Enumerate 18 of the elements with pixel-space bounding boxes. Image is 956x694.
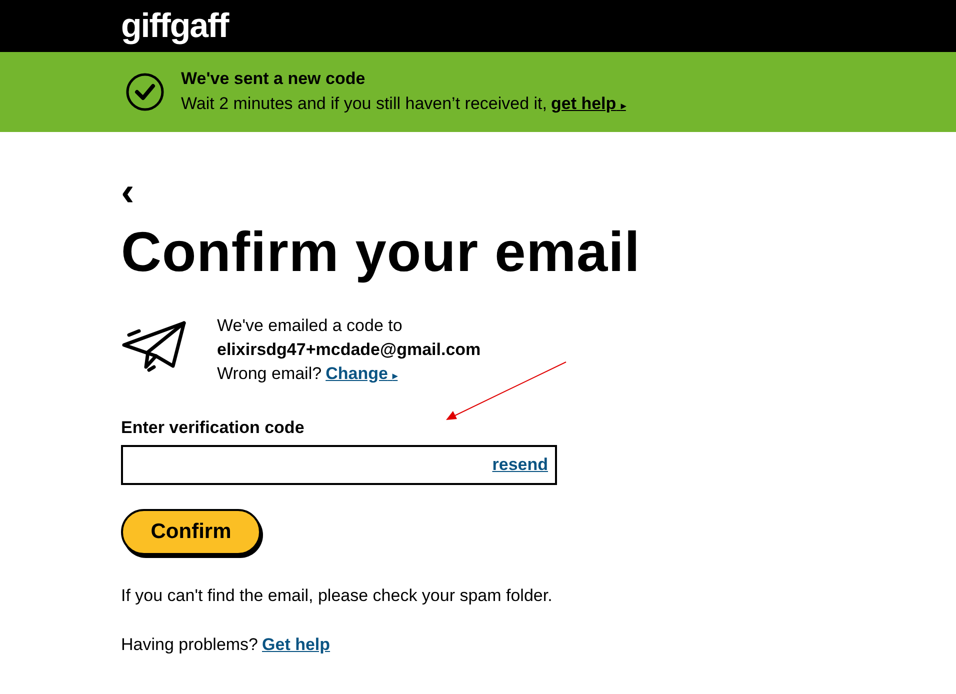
page-title: Confirm your email xyxy=(121,220,640,284)
email-address: elixirsdg47+mcdade@gmail.com xyxy=(217,339,481,361)
resend-link[interactable]: resend xyxy=(492,452,548,478)
sent-info-text: We've emailed a code to xyxy=(217,315,404,337)
back-button[interactable]: ‹ xyxy=(121,172,134,212)
spam-note: If you can't find the email, please check your spam folder. xyxy=(121,584,552,606)
banner-title: We've sent a new code xyxy=(181,68,366,90)
check-circle-icon xyxy=(125,72,165,112)
banner-message: Wait 2 minutes and if you still haven’t received it, xyxy=(181,93,547,116)
verification-code-field[interactable]: resend xyxy=(121,444,557,484)
help-text: Having problems? xyxy=(121,634,258,656)
wrong-email-text: Wrong email? xyxy=(217,363,322,385)
field-label: Enter verification code xyxy=(121,417,304,439)
change-link[interactable]: Change ▸ xyxy=(326,362,398,389)
get-help-link[interactable]: Get help xyxy=(262,632,330,658)
paper-plane-icon xyxy=(121,320,187,374)
get-help-link[interactable]: get help ▸ xyxy=(550,91,626,117)
logo[interactable]: giffgaff xyxy=(121,9,228,43)
